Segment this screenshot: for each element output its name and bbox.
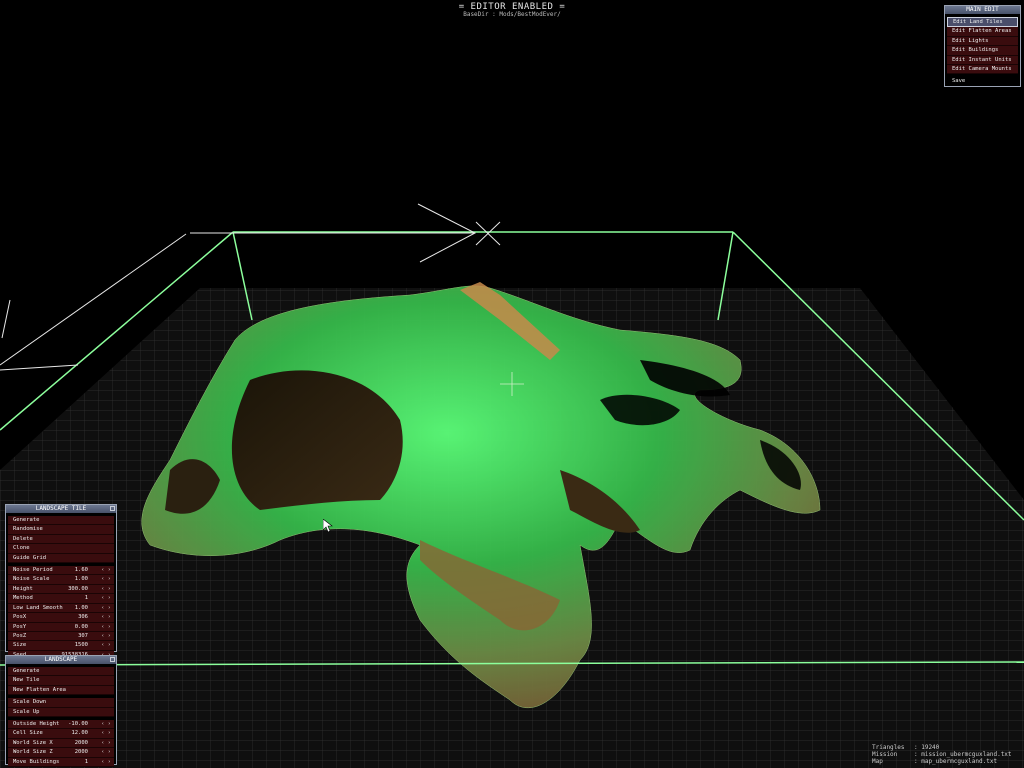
stat-key: Mission bbox=[872, 751, 898, 758]
stepper-arrows[interactable]: ‹ › bbox=[91, 758, 111, 766]
low-land-smooth-row: Low Land Smooth 1.00 ‹ › bbox=[8, 603, 114, 614]
scale-down-button[interactable]: Scale Down bbox=[8, 698, 114, 708]
param-label: Method bbox=[13, 595, 33, 602]
main-edit-titlebar[interactable]: MAIN EDIT bbox=[945, 6, 1020, 14]
close-icon[interactable] bbox=[110, 506, 115, 511]
stepper-arrows[interactable]: ‹ › bbox=[91, 720, 111, 728]
landscape-generate-button[interactable]: Generate bbox=[8, 667, 114, 677]
noise-scale-value: 1.00 bbox=[74, 576, 88, 583]
move-buildings-row: Move Buildings 1 ‹ › bbox=[8, 757, 114, 768]
size-value: 1500 bbox=[74, 642, 88, 649]
stat-key: Map bbox=[872, 758, 883, 765]
stepper-arrows[interactable]: ‹ › bbox=[91, 729, 111, 737]
generate-button[interactable]: Generate bbox=[8, 516, 114, 526]
landscape-tile-title: LANDSCAPE TILE bbox=[35, 505, 87, 512]
save-button[interactable]: Save bbox=[947, 77, 1018, 85]
stepper-arrows[interactable]: ‹ › bbox=[91, 748, 111, 756]
cell-size-value: 12.00 bbox=[71, 730, 88, 737]
base-dir-label: BaseDir : Mods/BestModEver/ bbox=[463, 11, 561, 18]
outside-height-value: -10.00 bbox=[68, 720, 88, 727]
new-tile-button[interactable]: New Tile bbox=[8, 676, 114, 686]
scale-up-button[interactable]: Scale Up bbox=[8, 707, 114, 717]
stepper-arrows[interactable]: ‹ › bbox=[91, 594, 111, 602]
cell-size-row: Cell Size 12.00 ‹ › bbox=[8, 729, 114, 739]
stepper-arrows[interactable]: ‹ › bbox=[91, 613, 111, 621]
param-label: World Size Z bbox=[13, 749, 53, 756]
height-row: Height 300.00 ‹ › bbox=[8, 584, 114, 595]
mission-stat: Mission : mission_ubermcguxland.txt bbox=[872, 751, 1012, 758]
param-label: PosY bbox=[13, 623, 27, 630]
stat-value: : map_ubermcguxland.txt bbox=[914, 758, 998, 765]
noise-period-row: Noise Period 1.60 ‹ › bbox=[8, 565, 114, 576]
size-row: Size 1500 ‹ › bbox=[8, 641, 114, 651]
posy-row: PosY 0.00 ‹ › bbox=[8, 622, 114, 633]
noise-period-value: 1.60 bbox=[74, 566, 88, 573]
posy-value: 0.00 bbox=[74, 623, 88, 630]
world-size-x-value: 2000 bbox=[74, 739, 88, 746]
param-label: Noise Period bbox=[13, 566, 53, 573]
edit-camera-mounts-button[interactable]: Edit Camera Mounts bbox=[947, 64, 1018, 75]
param-label: PosX bbox=[13, 614, 27, 621]
stepper-arrows[interactable]: ‹ › bbox=[91, 566, 111, 574]
edit-buildings-button[interactable]: Edit Buildings bbox=[947, 46, 1018, 56]
new-flatten-area-button[interactable]: New Flatten Area bbox=[8, 685, 114, 696]
stepper-arrows[interactable]: ‹ › bbox=[91, 604, 111, 612]
height-value: 300.00 bbox=[68, 585, 88, 592]
stat-key: Triangles bbox=[872, 744, 905, 751]
move-buildings-value: 1 bbox=[84, 758, 88, 765]
param-label: PosZ bbox=[13, 633, 27, 640]
landscape-title: LANDSCAPE bbox=[44, 656, 78, 663]
landscape-tile-panel: LANDSCAPE TILE Generate Randomise Delete… bbox=[5, 504, 117, 661]
stat-value: : mission_ubermcguxland.txt bbox=[914, 751, 1012, 758]
param-label: Size bbox=[13, 642, 27, 649]
close-icon[interactable] bbox=[110, 657, 115, 662]
edit-instant-units-button[interactable]: Edit Instant Units bbox=[947, 55, 1018, 65]
stepper-arrows[interactable]: ‹ › bbox=[91, 632, 111, 640]
posz-value: 307 bbox=[78, 633, 88, 640]
method-row: Method 1 ‹ › bbox=[8, 594, 114, 604]
param-label: Height bbox=[13, 585, 33, 592]
edit-land-tiles-button[interactable]: Edit Land Tiles bbox=[947, 17, 1018, 28]
param-label: Noise Scale bbox=[13, 576, 50, 583]
triangles-stat: Triangles : 19240 bbox=[872, 744, 1012, 751]
world-size-x-row: World Size X 2000 ‹ › bbox=[8, 738, 114, 749]
main-edit-title: MAIN EDIT bbox=[966, 6, 999, 13]
terrain-viewport[interactable] bbox=[0, 0, 1024, 768]
landscape-tile-titlebar[interactable]: LANDSCAPE TILE bbox=[6, 505, 116, 513]
stepper-arrows[interactable]: ‹ › bbox=[91, 623, 111, 631]
clone-button[interactable]: Clone bbox=[8, 544, 114, 554]
edit-flatten-areas-button[interactable]: Edit Flatten Areas bbox=[947, 27, 1018, 37]
outside-height-row: Outside Height -10.00 ‹ › bbox=[8, 719, 114, 730]
scene-stats: Triangles : 19240 Mission : mission_ubermc… bbox=[872, 744, 1012, 765]
mouse-cursor-icon bbox=[323, 519, 333, 533]
map-stat: Map : map_ubermcguxland.txt bbox=[872, 758, 1012, 765]
method-value: 1 bbox=[84, 595, 88, 602]
landscape-titlebar[interactable]: LANDSCAPE bbox=[6, 656, 116, 664]
param-label: World Size X bbox=[13, 739, 53, 746]
world-size-z-value: 2000 bbox=[74, 749, 88, 756]
posx-row: PosX 306 ‹ › bbox=[8, 613, 114, 623]
randomise-button[interactable]: Randomise bbox=[8, 525, 114, 535]
stepper-arrows[interactable]: ‹ › bbox=[91, 585, 111, 593]
noise-scale-row: Noise Scale 1.00 ‹ › bbox=[8, 575, 114, 585]
stepper-arrows[interactable]: ‹ › bbox=[91, 739, 111, 747]
low-land-smooth-value: 1.00 bbox=[74, 604, 88, 611]
landscape-panel: LANDSCAPE Generate New Tile New Flatten … bbox=[5, 655, 117, 768]
stepper-arrows[interactable]: ‹ › bbox=[91, 575, 111, 583]
edit-lights-button[interactable]: Edit Lights bbox=[947, 36, 1018, 47]
posx-value: 306 bbox=[78, 614, 88, 621]
stepper-arrows[interactable]: ‹ › bbox=[91, 641, 111, 649]
world-size-z-row: World Size Z 2000 ‹ › bbox=[8, 748, 114, 758]
guide-grid-button[interactable]: Guide Grid bbox=[8, 553, 114, 563]
param-label: Cell Size bbox=[13, 730, 43, 737]
stat-value: : 19240 bbox=[914, 744, 940, 751]
main-edit-panel: MAIN EDIT Edit Land Tiles Edit Flatten A… bbox=[944, 5, 1021, 87]
delete-button[interactable]: Delete bbox=[8, 534, 114, 545]
posz-row: PosZ 307 ‹ › bbox=[8, 632, 114, 642]
